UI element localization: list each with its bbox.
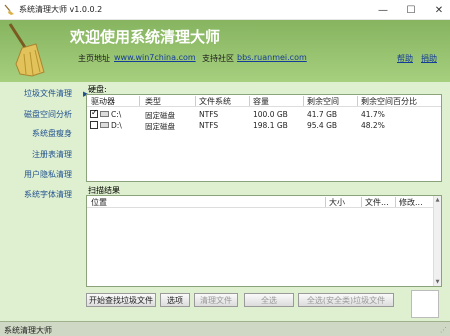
drive-type: 固定磁盘 — [145, 122, 175, 131]
sidebar-item-privacy[interactable]: 用户隐私清理 — [0, 169, 80, 180]
drive-free: 95.4 GB — [307, 121, 338, 130]
donate-link[interactable]: 捐助 — [421, 53, 437, 64]
drive-icon — [100, 111, 109, 117]
homepage-label: 主页地址 — [78, 54, 110, 63]
minimize-button[interactable]: — — [368, 0, 398, 20]
sidebar-item-registry[interactable]: 注册表清理 — [0, 149, 80, 160]
close-icon: ✕ — [434, 4, 444, 16]
drive-capacity: 198.1 GB — [253, 121, 288, 130]
start-scan-button[interactable]: 开始查找垃圾文件 — [86, 293, 156, 307]
col-size[interactable]: 大小 — [329, 197, 345, 208]
sidebar-item-junk-files[interactable]: 垃圾文件清理 — [0, 88, 80, 99]
col-file[interactable]: 文件... — [365, 197, 389, 208]
drive-capacity: 100.0 GB — [253, 110, 288, 119]
sidebar-item-system-slim[interactable]: 系统盘瘦身 — [0, 128, 80, 139]
side-panel-tile — [411, 290, 439, 318]
scroll-up-icon[interactable]: ▲ — [434, 196, 441, 204]
homepage-link[interactable]: www.win7china.com — [114, 53, 196, 62]
status-text: 系统清理大师 — [4, 326, 52, 335]
col-type[interactable]: 类型 — [145, 96, 161, 107]
disk-table[interactable]: 驱动器 类型 文件系统 容量 剩余空间 剩余空间百分比 C:\ 固定磁盘 NTF… — [86, 94, 442, 182]
col-location[interactable]: 位置 — [91, 197, 107, 208]
scroll-down-icon[interactable]: ▼ — [434, 278, 441, 286]
broom-logo-icon — [8, 23, 45, 77]
table-row[interactable]: C:\ 固定磁盘 NTFS 100.0 GB 41.7 GB 41.7% — [87, 108, 441, 120]
drive-percent: 41.7% — [361, 110, 385, 119]
close-button[interactable]: ✕ — [424, 0, 450, 20]
drive-letter: C:\ — [111, 110, 122, 119]
drive-fs: NTFS — [199, 121, 219, 130]
drive-checkbox[interactable] — [90, 108, 98, 118]
title-bar: 系统清理大师 v1.0.0.2 — ☐ ✕ — [0, 0, 450, 20]
table-row[interactable]: D:\ 固定磁盘 NTFS 198.1 GB 95.4 GB 48.2% — [87, 120, 441, 131]
resize-grip-icon[interactable]: ⋰ — [440, 326, 448, 334]
broom-app-icon — [4, 4, 14, 15]
options-button[interactable]: 选项 — [160, 293, 190, 307]
select-all-safe-button[interactable]: 全选(安全类)垃圾文件 — [298, 293, 394, 307]
scan-table-header: 位置 大小 文件... 修改... — [87, 196, 441, 208]
welcome-title: 欢迎使用系统清理大师 — [70, 28, 221, 46]
support-link[interactable]: bbs.ruanmei.com — [237, 53, 307, 62]
sidebar-item-fonts[interactable]: 系统字体清理 — [0, 189, 80, 200]
col-free-percent[interactable]: 剩余空间百分比 — [361, 96, 417, 107]
clean-files-button[interactable]: 清理文件 — [194, 293, 238, 307]
disk-table-header: 驱动器 类型 文件系统 容量 剩余空间 剩余空间百分比 — [87, 95, 441, 107]
help-link[interactable]: 帮助 — [397, 53, 413, 64]
drive-fs: NTFS — [199, 110, 219, 119]
drive-letter: D:\ — [111, 121, 122, 130]
status-bar: 系统清理大师 ⋰ — [0, 321, 450, 336]
col-filesystem[interactable]: 文件系统 — [199, 96, 231, 107]
drive-checkbox[interactable] — [90, 121, 98, 129]
minimize-icon: — — [378, 4, 388, 16]
col-capacity[interactable]: 容量 — [253, 96, 269, 107]
sidebar-item-disk-analysis[interactable]: 磁盘空间分析 — [0, 109, 80, 120]
col-modified[interactable]: 修改... — [399, 197, 423, 208]
select-all-button[interactable]: 全选 — [244, 293, 294, 307]
maximize-icon: ☐ — [406, 4, 416, 16]
vertical-scrollbar[interactable]: ▲ ▼ — [433, 196, 441, 286]
col-drive[interactable]: 驱动器 — [91, 96, 115, 107]
col-free[interactable]: 剩余空间 — [307, 96, 339, 107]
support-label: 支持社区 — [202, 54, 234, 63]
window-title: 系统清理大师 v1.0.0.2 — [19, 5, 103, 14]
maximize-button[interactable]: ☐ — [396, 0, 426, 20]
scan-results-list[interactable]: 位置 大小 文件... 修改... ▲ ▼ — [86, 195, 442, 287]
header-banner — [0, 20, 450, 82]
drive-percent: 48.2% — [361, 121, 385, 130]
drive-free: 41.7 GB — [307, 110, 338, 119]
drive-icon — [100, 122, 109, 128]
